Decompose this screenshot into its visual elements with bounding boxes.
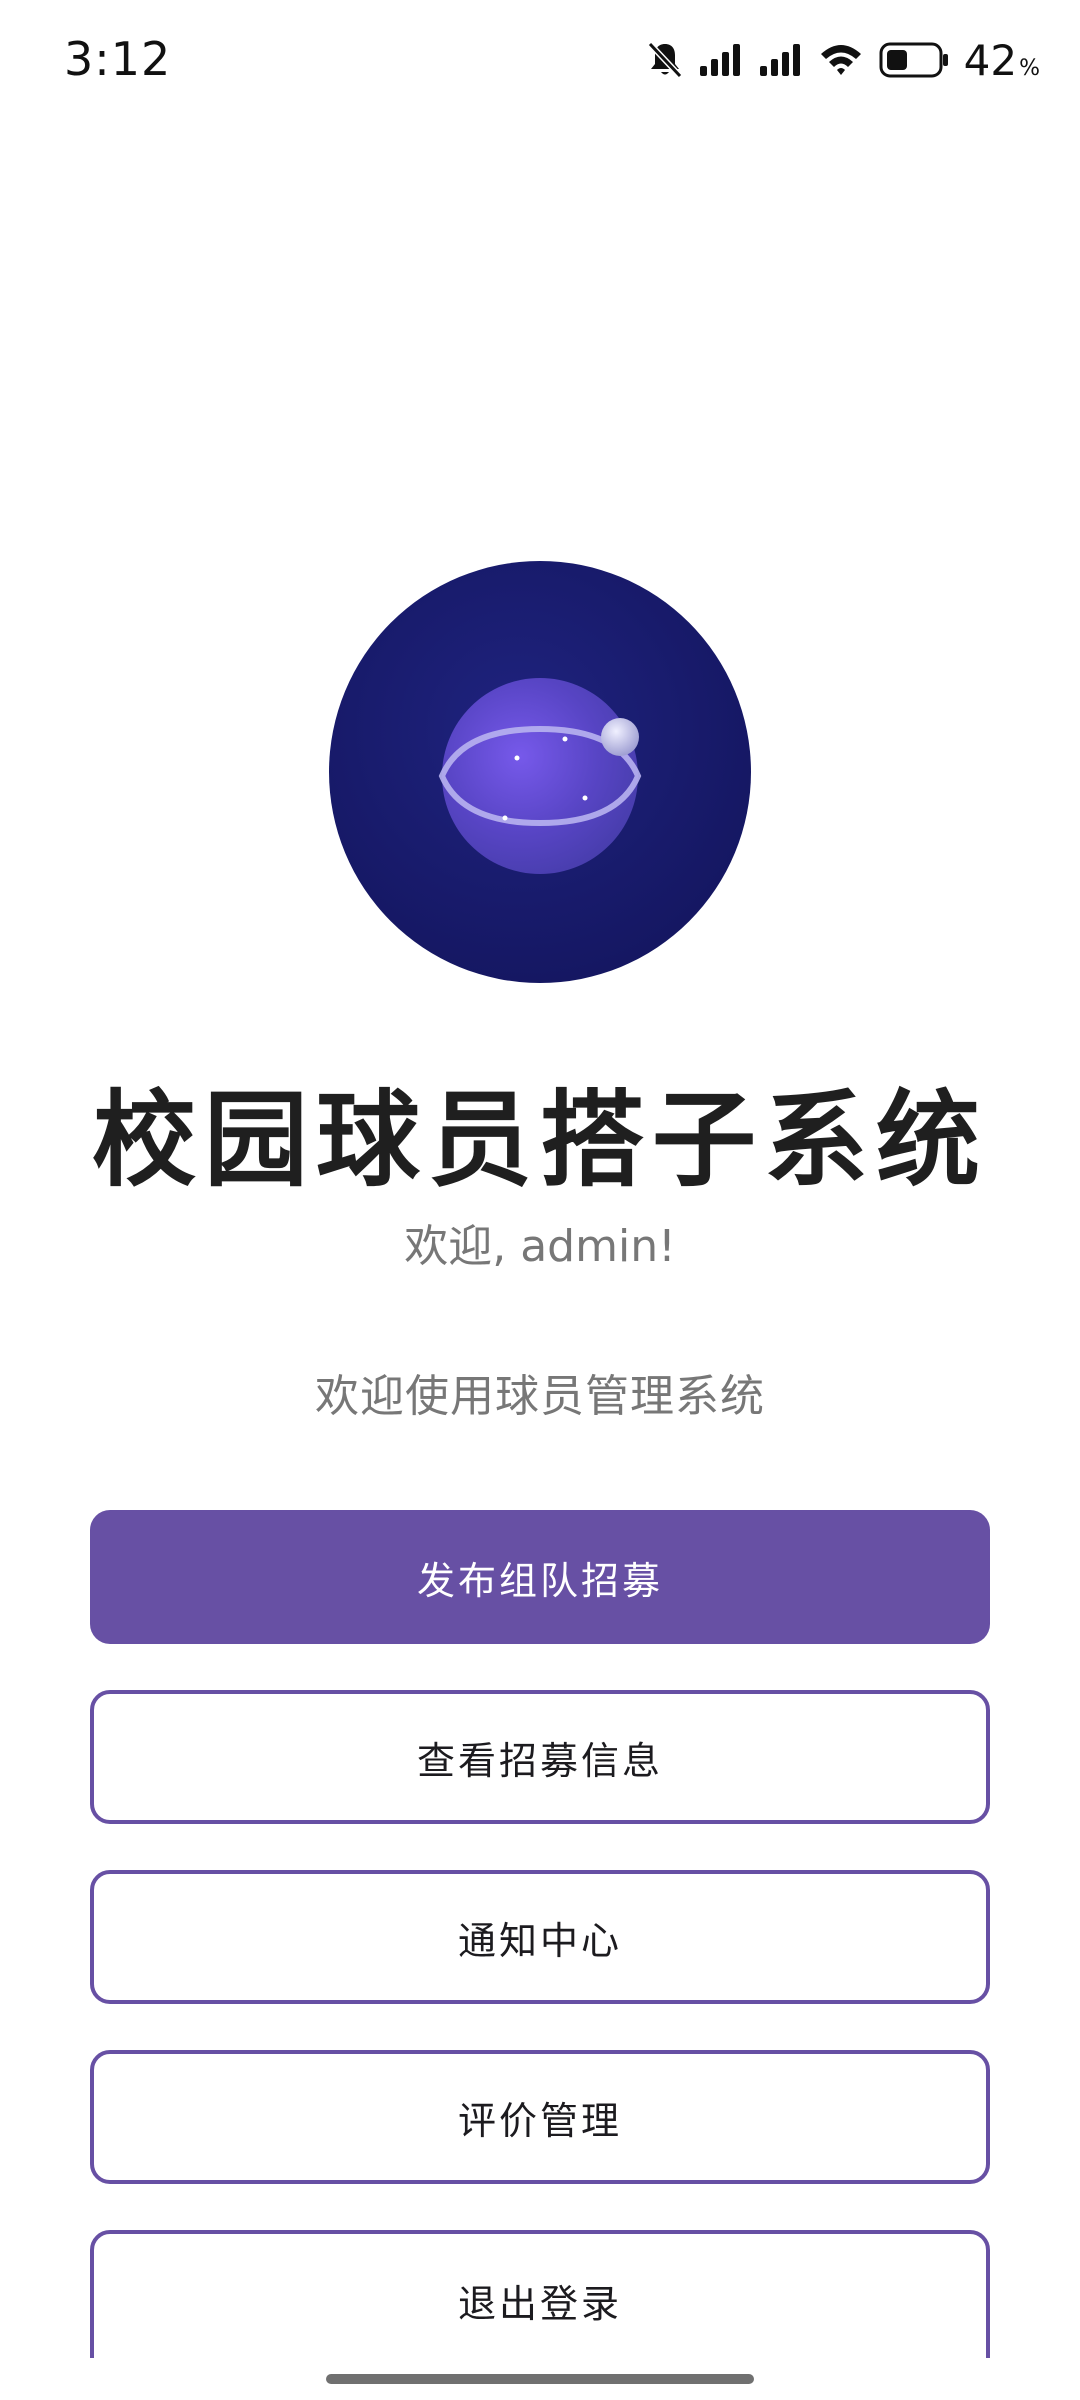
- signal-icon: [758, 42, 804, 78]
- notification-center-button[interactable]: 通知中心: [90, 1870, 990, 2004]
- battery-percent-value: 42: [963, 35, 1018, 85]
- battery-percent: 42%: [964, 36, 1040, 85]
- status-icons: 42%: [646, 36, 1040, 85]
- home-indicator[interactable]: [326, 2374, 754, 2384]
- bell-off-icon: [646, 40, 684, 80]
- planet-logo-icon: [329, 561, 751, 983]
- welcome-user-text: 欢迎, admin!: [404, 1221, 676, 1272]
- battery-icon: [878, 40, 950, 80]
- review-management-button[interactable]: 评价管理: [90, 2050, 990, 2184]
- welcome-system-text: 欢迎使用球员管理系统: [315, 1371, 765, 1422]
- wifi-icon: [818, 42, 864, 78]
- publish-recruitment-button[interactable]: 发布组队招募: [90, 1510, 990, 1644]
- status-time: 3:12: [64, 32, 172, 86]
- app-title: 校园球员搭子系统: [91, 1079, 988, 1201]
- logout-button[interactable]: 退出登录: [90, 2230, 990, 2358]
- battery-percent-sign: %: [1019, 55, 1040, 81]
- view-recruitment-button[interactable]: 查看招募信息: [90, 1690, 990, 1824]
- signal-icon: [698, 42, 744, 78]
- logout-button-container: 退出登录: [0, 2230, 1080, 2358]
- status-bar: 3:12 42 %: [0, 0, 1080, 120]
